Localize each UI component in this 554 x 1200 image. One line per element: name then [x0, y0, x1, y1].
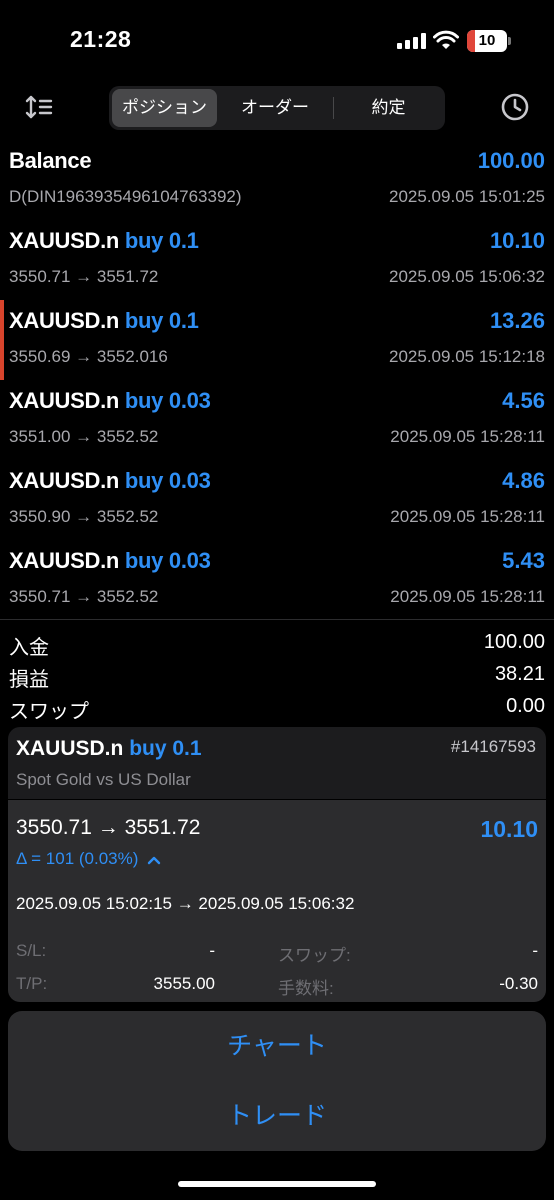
position-time: 2025.09.05 15:28:11 [390, 507, 545, 526]
position-prices: 3550.69 → 3552.016 [9, 347, 168, 366]
balance-reference: D(DIN1963935496104763392) [9, 187, 242, 206]
summary-swap-value: 0.00 [506, 695, 545, 717]
position-prices: 3550.71 → 3551.72 [9, 267, 159, 286]
sort-icon[interactable] [24, 93, 54, 121]
detail-side: buy 0.1 [129, 737, 202, 760]
summary-profit: 損益 38.21 [0, 659, 554, 691]
balance-value: 100.00 [477, 148, 545, 173]
summary-deposit-label: 入金 [9, 637, 49, 659]
position-time: 2025.09.05 15:28:11 [390, 587, 545, 606]
detail-profit: 10.10 [480, 816, 538, 842]
position-prices: 3550.90 → 3552.52 [9, 507, 159, 526]
tab-deals[interactable]: 約定 [335, 89, 442, 127]
summary-swap-label: スワップ [9, 701, 89, 723]
chevron-up-icon [147, 856, 161, 864]
position-side: buy 0.03 [124, 388, 211, 413]
detail-symbol: XAUUSD.n [16, 737, 124, 760]
chart-button[interactable]: チャート [8, 1011, 546, 1081]
position-side: buy 0.1 [124, 228, 199, 253]
swap-value: - [532, 941, 538, 960]
detail-delta[interactable]: Δ = 101 (0.03%) [16, 849, 161, 869]
position-profit: 13.26 [489, 308, 545, 333]
position-symbol: XAUUSD.n [9, 548, 120, 573]
battery-icon: 10 [467, 30, 511, 52]
position-symbol: XAUUSD.n [9, 388, 120, 413]
detail-ticket: #14167593 [450, 737, 536, 756]
selection-marker [0, 300, 4, 380]
swap-label: スワップ: [278, 946, 351, 965]
sl-label: S/L: [16, 941, 47, 960]
detail-description: Spot Gold vs US Dollar [16, 770, 191, 789]
tab-orders[interactable]: オーダー [220, 89, 330, 127]
position-detail-header: XAUUSD.n buy 0.1 #14167593 Spot Gold vs … [8, 727, 546, 799]
trade-button[interactable]: トレード [8, 1081, 546, 1151]
fee-value: -0.30 [499, 974, 538, 993]
position-time: 2025.09.05 15:28:11 [390, 427, 545, 446]
position-symbol: XAUUSD.n [9, 468, 120, 493]
fee-label: 手数料: [278, 979, 334, 998]
position-profit: 5.43 [502, 548, 545, 573]
sl-value: - [209, 941, 215, 960]
summary-profit-value: 38.21 [494, 663, 545, 685]
tab-positions[interactable]: ポジション [112, 89, 217, 127]
tab-segmented-control: ポジション オーダー 約定 [109, 86, 445, 130]
wifi-icon [433, 30, 459, 49]
position-side: buy 0.03 [124, 468, 211, 493]
position-symbol: XAUUSD.n [9, 308, 120, 333]
balance-row[interactable]: Balance 100.00 D(DIN1963935496104763392)… [0, 140, 554, 220]
position-row-selected[interactable]: XAUUSD.n buy 0.1 13.26 3550.69 → 3552.01… [0, 300, 554, 380]
detail-delta-text: Δ = 101 (0.03%) [16, 849, 139, 868]
balance-time: 2025.09.05 15:01:25 [389, 187, 545, 206]
status-bar: 21:28 10 [0, 0, 554, 80]
position-profit: 4.56 [502, 388, 545, 413]
position-time: 2025.09.05 15:12:18 [389, 347, 545, 366]
history-clock-icon[interactable] [500, 92, 530, 122]
action-sheet: チャート トレード [8, 1011, 546, 1151]
position-side: buy 0.03 [124, 548, 211, 573]
summary-profit-label: 損益 [9, 669, 49, 691]
position-prices: 3550.71 → 3552.52 [9, 587, 159, 606]
summary-swap: スワップ 0.00 [0, 691, 554, 723]
toolbar: ポジション オーダー 約定 [0, 82, 554, 132]
tp-label: T/P: [16, 974, 48, 993]
list-divider [0, 619, 554, 620]
position-profit: 10.10 [489, 228, 545, 253]
position-row[interactable]: XAUUSD.n buy 0.03 4.56 3551.00 → 3552.52… [0, 380, 554, 460]
detail-times: 2025.09.05 15:02:15 → 2025.09.05 15:06:3… [16, 894, 355, 913]
position-row[interactable]: XAUUSD.n buy 0.03 4.86 3550.90 → 3552.52… [0, 460, 554, 540]
detail-prices: 3550.71 → 3551.72 [16, 816, 201, 839]
summary-deposit: 入金 100.00 [0, 627, 554, 659]
position-symbol: XAUUSD.n [9, 228, 120, 253]
summary-deposit-value: 100.00 [483, 631, 545, 653]
tp-value: 3555.00 [153, 974, 215, 993]
position-prices: 3551.00 → 3552.52 [9, 427, 159, 446]
status-time: 21:28 [70, 26, 132, 52]
position-row[interactable]: XAUUSD.n buy 0.1 10.10 3550.71 → 3551.72… [0, 220, 554, 300]
position-profit: 4.86 [502, 468, 545, 493]
position-side: buy 0.1 [124, 308, 199, 333]
home-indicator[interactable] [178, 1181, 376, 1187]
balance-label: Balance [9, 148, 92, 173]
position-detail-body: 3550.71 → 3551.72 10.10 Δ = 101 (0.03%) … [8, 800, 546, 1002]
cellular-signal-icon [397, 33, 427, 49]
battery-level: 10 [478, 32, 496, 49]
tab-divider [333, 97, 334, 119]
position-time: 2025.09.05 15:06:32 [389, 267, 545, 286]
position-row[interactable]: XAUUSD.n buy 0.03 5.43 3550.71 → 3552.52… [0, 540, 554, 620]
